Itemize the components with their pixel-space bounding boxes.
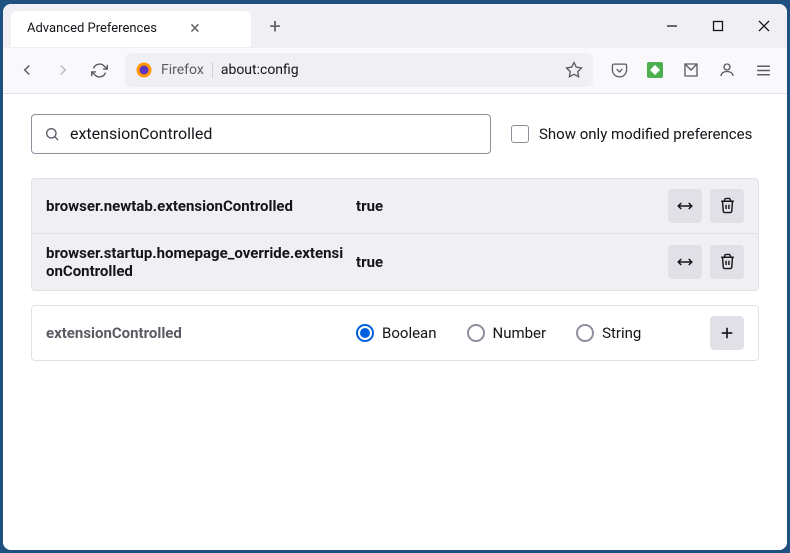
minimize-button[interactable] (649, 6, 695, 46)
radio-boolean[interactable]: Boolean (356, 324, 437, 342)
preference-name: browser.startup.homepage_override.extens… (46, 244, 356, 280)
delete-button[interactable] (710, 189, 744, 223)
preference-value: true (356, 197, 668, 215)
address-url: about:config (221, 62, 557, 78)
preferences-table: browser.newtab.extensionControlled true … (31, 178, 759, 291)
radio-string[interactable]: String (576, 324, 641, 342)
preference-name: browser.newtab.extensionControlled (46, 197, 356, 215)
mail-icon[interactable] (675, 54, 707, 86)
radio-icon (576, 324, 594, 342)
pocket-icon[interactable] (603, 54, 635, 86)
search-box[interactable] (31, 114, 491, 154)
browser-tab[interactable]: Advanced Preferences × (11, 11, 251, 47)
titlebar: Advanced Preferences × + (3, 4, 787, 48)
radio-label: String (602, 324, 641, 342)
radio-label: Boolean (382, 324, 437, 342)
delete-button[interactable] (710, 245, 744, 279)
new-preference-name: extensionControlled (46, 324, 356, 342)
new-tab-button[interactable]: + (261, 12, 289, 40)
close-window-button[interactable] (741, 6, 787, 46)
firefox-logo-icon (135, 61, 153, 79)
search-input[interactable] (70, 124, 478, 143)
bookmark-star-icon[interactable] (565, 61, 583, 79)
radio-number[interactable]: Number (467, 324, 547, 342)
search-icon (44, 126, 60, 142)
new-preference-row: extensionControlled Boolean Number Strin… (31, 305, 759, 361)
back-button[interactable] (11, 54, 43, 86)
radio-label: Number (493, 324, 547, 342)
address-prefix: Firefox (161, 62, 213, 78)
preference-row: browser.newtab.extensionControlled true (32, 179, 758, 234)
toolbar: Firefox about:config (3, 48, 787, 94)
radio-icon (356, 324, 374, 342)
address-bar[interactable]: Firefox about:config (125, 53, 593, 87)
close-tab-icon[interactable]: × (185, 19, 205, 39)
preference-row: browser.startup.homepage_override.extens… (32, 234, 758, 290)
content-area: Show only modified preferences browser.n… (3, 94, 787, 550)
radio-icon (467, 324, 485, 342)
checkbox-icon (511, 125, 529, 143)
menu-button[interactable] (747, 54, 779, 86)
forward-button[interactable] (47, 54, 79, 86)
preference-value: true (356, 253, 668, 271)
maximize-button[interactable] (695, 6, 741, 46)
reload-button[interactable] (83, 54, 115, 86)
checkbox-label: Show only modified preferences (539, 125, 752, 143)
account-icon[interactable] (711, 54, 743, 86)
show-modified-checkbox[interactable]: Show only modified preferences (511, 125, 752, 143)
toggle-button[interactable] (668, 189, 702, 223)
extension-icon[interactable] (639, 54, 671, 86)
add-button[interactable] (710, 316, 744, 350)
tab-title: Advanced Preferences (27, 21, 157, 36)
toggle-button[interactable] (668, 245, 702, 279)
